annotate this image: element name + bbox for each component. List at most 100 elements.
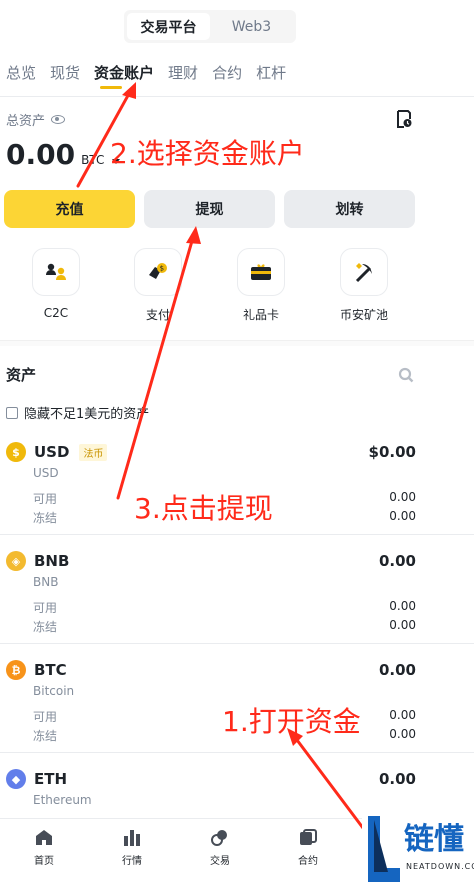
eye-icon[interactable] — [51, 115, 66, 124]
wallet-nav: 总览 现货 资金账户 理财 合约 杠杆 — [6, 62, 286, 83]
asset-head: ₿ BTC — [6, 660, 67, 680]
quick-c2c[interactable]: C2C — [26, 248, 86, 320]
quick-pool[interactable]: 币安矿池 — [334, 248, 394, 323]
quick-label: C2C — [43, 306, 69, 320]
tab-exchange[interactable]: 交易平台 — [127, 13, 210, 40]
search-icon[interactable] — [398, 367, 414, 383]
usd-coin-icon: $ — [6, 442, 26, 462]
asset-head: ◈ BNB — [6, 551, 69, 571]
assets-title: 资产 — [6, 366, 37, 384]
watermark-logo: 链懂 NEATDOWN.COM — [362, 810, 474, 882]
available-value: 0.00 — [389, 490, 416, 504]
tab-label: 首页 — [34, 856, 54, 867]
asset-name: BNB — [33, 575, 59, 589]
frozen-label: 冻结 — [33, 511, 58, 525]
tab-home[interactable]: 首页 — [0, 819, 88, 882]
quick-pay[interactable]: $ 支付 — [128, 248, 188, 323]
asset-name: Bitcoin — [33, 684, 75, 698]
annotation-step1: 1.打开资金 — [222, 705, 361, 738]
c2c-icon — [32, 248, 80, 296]
divider — [0, 752, 474, 753]
available-label: 可用 — [33, 710, 58, 724]
frozen-value: 0.00 — [389, 509, 416, 523]
watermark-sub: NEATDOWN.COM — [406, 862, 474, 871]
frozen-label: 冻结 — [33, 620, 58, 634]
divider — [0, 643, 474, 644]
frozen-value: 0.00 — [389, 727, 416, 741]
history-icon[interactable] — [396, 110, 412, 128]
asset-total: 0.00 — [378, 661, 416, 679]
balance: 0.00 BTC — [6, 138, 121, 171]
hide-small-assets[interactable]: 隐藏不足1美元的资产 — [6, 403, 149, 422]
nav-futures[interactable]: 合约 — [212, 62, 242, 83]
total-assets-text: 总资产 — [6, 114, 46, 129]
hide-small-label: 隐藏不足1美元的资产 — [24, 407, 150, 422]
asset-symbol: BTC — [34, 661, 67, 679]
watermark-brand: 链懂 — [404, 822, 464, 857]
frozen-value: 0.00 — [389, 618, 416, 632]
platform-switch: 交易平台 Web3 — [124, 10, 296, 43]
nav-active-indicator — [100, 86, 122, 89]
asset-symbol: ETH — [34, 770, 68, 788]
asset-total: $0.00 — [368, 443, 416, 461]
frozen-label: 冻结 — [33, 729, 58, 743]
home-icon — [36, 830, 52, 845]
futures-icon — [300, 829, 317, 845]
bar-chart-icon — [124, 830, 140, 846]
coin-glyph: ₿ — [11, 663, 21, 677]
available-label: 可用 — [33, 601, 58, 615]
coin-glyph: ◆ — [11, 772, 21, 786]
asset-total: 0.00 — [378, 552, 416, 570]
deposit-button[interactable]: 充值 — [4, 190, 135, 228]
pay-icon: $ — [134, 248, 182, 296]
balance-value: 0.00 — [6, 138, 76, 171]
divider — [0, 96, 474, 97]
asset-total: 0.00 — [378, 770, 416, 788]
tab-trade[interactable]: 交易 — [176, 819, 264, 882]
coin-glyph: $ — [12, 445, 20, 459]
tab-label: 交易 — [210, 856, 230, 867]
logo-l-icon — [368, 816, 400, 882]
annotation-step2: 2.选择资金账户 — [110, 137, 305, 170]
available-value: 0.00 — [389, 599, 416, 613]
divider — [0, 534, 474, 535]
available-value: 0.00 — [389, 708, 416, 722]
section-divider — [0, 340, 474, 346]
transfer-button[interactable]: 划转 — [284, 190, 415, 228]
coin-glyph: ◈ — [11, 554, 21, 568]
pickaxe-icon — [340, 248, 388, 296]
available-label: 可用 — [33, 492, 58, 506]
nav-funding[interactable]: 资金账户 — [94, 62, 154, 83]
asset-name: Ethereum — [33, 793, 92, 807]
tab-markets[interactable]: 行情 — [88, 819, 176, 882]
quick-label: 币安矿池 — [339, 308, 388, 322]
quick-label: 支付 — [145, 308, 170, 322]
asset-symbol: USD — [34, 443, 70, 461]
quick-label: 礼品卡 — [242, 308, 279, 322]
asset-symbol: BNB — [34, 552, 70, 570]
asset-name: USD — [33, 466, 59, 480]
trade-icon — [211, 830, 227, 846]
annotation-step3: 3.点击提现 — [134, 492, 273, 525]
balance-unit[interactable]: BTC — [81, 153, 104, 167]
tab-label: 行情 — [122, 856, 142, 867]
arrowhead-icon — [186, 226, 201, 244]
svg-text:$: $ — [160, 265, 164, 273]
nav-spot[interactable]: 现货 — [50, 62, 80, 83]
nav-overview[interactable]: 总览 — [6, 62, 36, 83]
asset-head: ◆ ETH — [6, 769, 67, 789]
total-assets-label: 总资产 — [6, 110, 66, 129]
bnb-coin-icon: ◈ — [6, 551, 26, 571]
fiat-badge: 法币 — [79, 443, 108, 461]
hide-small-checkbox[interactable] — [6, 406, 18, 419]
gift-card-icon — [237, 248, 285, 296]
eth-coin-icon: ◆ — [6, 769, 26, 789]
tab-label: 合约 — [298, 856, 318, 867]
nav-margin[interactable]: 杠杆 — [256, 62, 286, 83]
withdraw-button[interactable]: 提现 — [144, 190, 275, 228]
nav-earn[interactable]: 理财 — [168, 62, 198, 83]
tab-futures[interactable]: 合约 — [264, 819, 352, 882]
btc-coin-icon: ₿ — [6, 660, 26, 680]
tab-web3[interactable]: Web3 — [210, 13, 293, 40]
quick-gift-card[interactable]: 礼品卡 — [231, 248, 291, 323]
